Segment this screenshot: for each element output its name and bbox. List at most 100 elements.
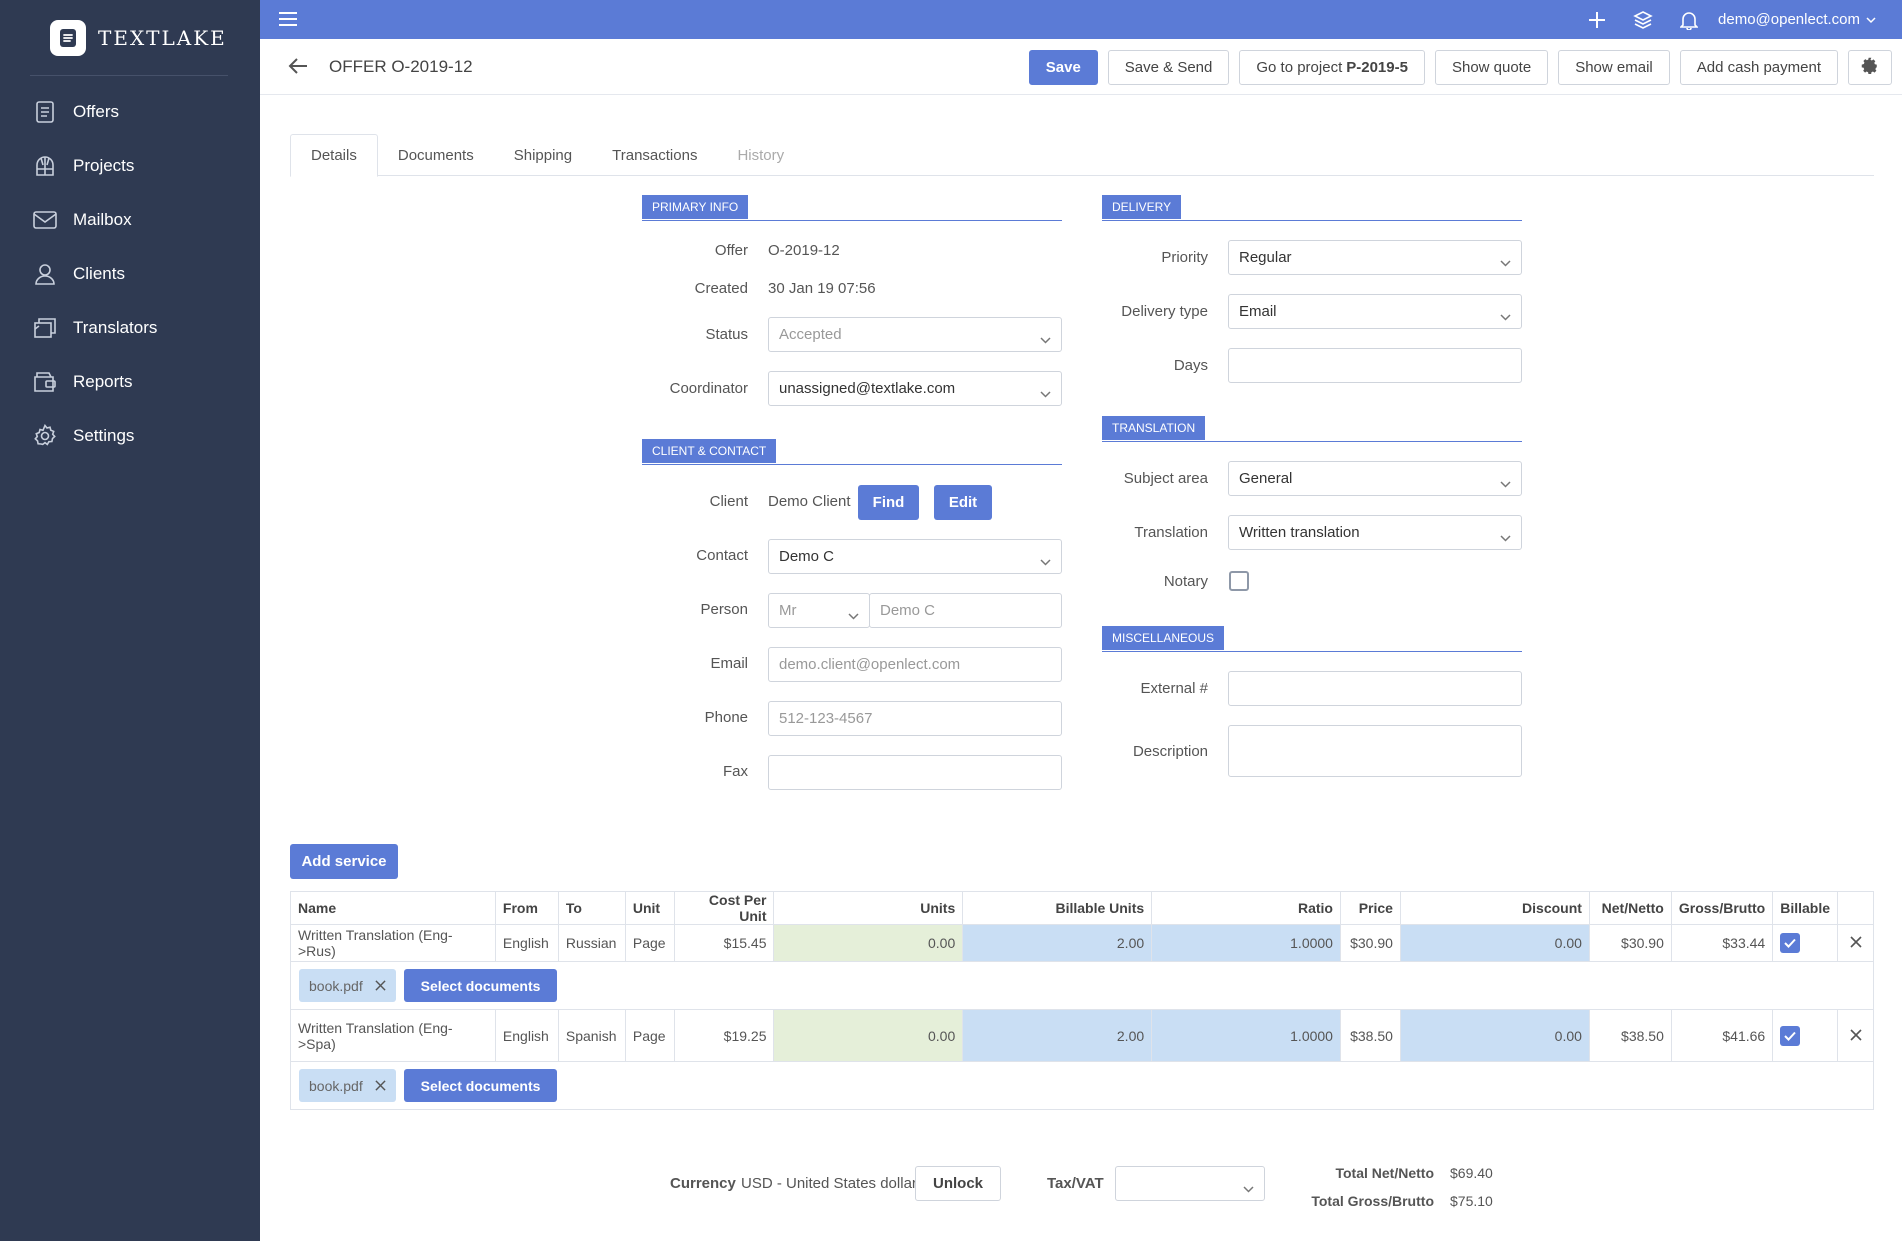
delivery-type-value: Email [1239, 303, 1277, 320]
tab-bar: Details Documents Shipping Transactions … [290, 134, 1874, 177]
status-select[interactable]: Accepted [768, 317, 1062, 352]
sidebar-item-clients[interactable]: Clients [0, 247, 260, 301]
sidebar-item-projects[interactable]: Projects [0, 139, 260, 193]
priority-select[interactable]: Regular [1228, 240, 1522, 275]
days-field[interactable] [1228, 348, 1522, 383]
delivery-type-select[interactable]: Email [1228, 294, 1522, 329]
chevron-down-icon [1040, 553, 1051, 570]
service-price: $38.50 [1339, 1009, 1401, 1062]
column-header: Units [773, 891, 964, 925]
sidebar-item-settings[interactable]: Settings [0, 409, 260, 463]
total-net-label: Total Net/Netto [1335, 1165, 1434, 1181]
document-name: book.pdf [309, 977, 363, 994]
chevron-down-icon [1040, 385, 1051, 402]
service-discount-field[interactable]: 0.00 [1399, 924, 1590, 962]
close-icon[interactable] [1849, 1028, 1862, 1044]
tab-documents[interactable]: Documents [378, 134, 494, 176]
tab-transactions[interactable]: Transactions [592, 134, 717, 176]
column-header: Net/Netto [1588, 891, 1672, 925]
sidebar-item-reports[interactable]: Reports [0, 355, 260, 409]
service-cost-per-unit[interactable]: $19.25 [673, 1009, 775, 1062]
column-header: Name [290, 891, 496, 925]
sidebar-item-mailbox[interactable]: Mailbox [0, 193, 260, 247]
layers-icon[interactable] [1620, 10, 1666, 30]
find-client-button[interactable]: Find [858, 485, 919, 520]
back-arrow-icon[interactable] [288, 57, 308, 79]
tab-details[interactable]: Details [290, 134, 378, 177]
close-icon[interactable] [375, 978, 386, 994]
sidebar-item-offers[interactable]: Offers [0, 85, 260, 139]
edit-client-button[interactable]: Edit [934, 485, 992, 520]
notary-checkbox[interactable] [1229, 571, 1249, 591]
services-table: Name From To Unit Cost Per Unit Units Bi… [290, 891, 1874, 1110]
person-icon [32, 261, 58, 287]
document-chip[interactable]: book.pdf [299, 1069, 396, 1102]
client-value: Demo Client [768, 493, 851, 510]
chevron-down-icon [848, 607, 859, 624]
save-button[interactable]: Save [1028, 50, 1098, 85]
service-discount-field[interactable]: 0.00 [1399, 1009, 1590, 1062]
miscellaneous-header: MISCELLANEOUS [1102, 626, 1522, 652]
service-ratio-field[interactable]: 1.0000 [1151, 1009, 1341, 1062]
save-send-button[interactable]: Save & Send [1107, 50, 1230, 85]
add-cash-payment-button[interactable]: Add cash payment [1679, 50, 1838, 85]
column-header: Price [1339, 891, 1401, 925]
add-service-button[interactable]: Add service [290, 844, 398, 879]
service-billable-units-field[interactable]: 2.00 [962, 1009, 1153, 1062]
service-from: English [494, 1009, 559, 1062]
menu-icon[interactable] [278, 10, 298, 32]
close-icon[interactable] [375, 1078, 386, 1094]
page-title: OFFER O-2019-12 [329, 57, 473, 76]
select-documents-button[interactable]: Select documents [403, 969, 558, 1002]
description-field[interactable] [1228, 725, 1522, 777]
user-menu[interactable]: demo@openlect.com [1718, 11, 1876, 28]
billable-checkbox[interactable] [1780, 1025, 1801, 1046]
show-quote-button[interactable]: Show quote [1434, 50, 1549, 85]
billable-checkbox[interactable] [1780, 933, 1801, 953]
client-label: Client [709, 493, 748, 510]
gear-icon [1861, 57, 1879, 79]
section-title: TRANSLATION [1102, 416, 1206, 440]
phone-label: Phone [704, 709, 748, 726]
coordinator-select[interactable]: unassigned@textlake.com [768, 371, 1062, 406]
fax-field[interactable] [768, 755, 1062, 790]
sidebar-item-translators[interactable]: Translators [0, 301, 260, 355]
service-gross: $41.66 [1670, 1009, 1774, 1062]
service-units-field[interactable]: 0.00 [773, 924, 964, 962]
service-cost-per-unit[interactable]: $15.45 [673, 924, 775, 962]
section-title: MISCELLANEOUS [1102, 626, 1225, 650]
service-unit: Page [624, 924, 675, 962]
phone-field[interactable]: 512-123-4567 [768, 701, 1062, 736]
email-field[interactable]: demo.client@openlect.com [768, 647, 1062, 682]
translation-label: Translation [1134, 524, 1208, 541]
column-header: Discount [1399, 891, 1590, 925]
billable-cell [1772, 924, 1839, 962]
contact-select[interactable]: Demo C [768, 539, 1062, 574]
service-ratio-field[interactable]: 1.0000 [1151, 924, 1341, 962]
salutation-select[interactable]: Mr [768, 593, 870, 628]
coordinator-value: unassigned@textlake.com [779, 380, 956, 397]
brand[interactable]: TEXTLAKE [50, 20, 227, 56]
section-title: CLIENT & CONTACT [642, 439, 777, 463]
unlock-button[interactable]: Unlock [915, 1166, 1002, 1201]
remove-cell [1837, 1009, 1874, 1062]
translation-select[interactable]: Written translation [1228, 515, 1522, 550]
external-number-label: External # [1140, 680, 1208, 697]
subject-area-select[interactable]: General [1228, 461, 1522, 496]
bell-icon[interactable] [1666, 10, 1712, 30]
service-units-field[interactable]: 0.00 [773, 1009, 964, 1062]
close-icon[interactable] [1849, 935, 1862, 951]
go-to-project-button[interactable]: Go to project P-2019-5 [1239, 50, 1425, 85]
document-chip[interactable]: book.pdf [299, 969, 396, 1002]
external-number-field[interactable] [1228, 671, 1522, 706]
plus-icon[interactable] [1574, 11, 1620, 29]
tab-shipping[interactable]: Shipping [494, 134, 592, 176]
status-value: Accepted [779, 326, 842, 343]
go-to-project-label: Go to project [1256, 59, 1343, 76]
service-billable-units-field[interactable]: 2.00 [962, 924, 1153, 962]
tax-vat-select[interactable] [1115, 1166, 1265, 1201]
person-name-field[interactable]: Demo C [869, 593, 1062, 628]
settings-button[interactable] [1848, 50, 1892, 85]
select-documents-button[interactable]: Select documents [403, 1069, 558, 1102]
show-email-button[interactable]: Show email [1558, 50, 1670, 85]
